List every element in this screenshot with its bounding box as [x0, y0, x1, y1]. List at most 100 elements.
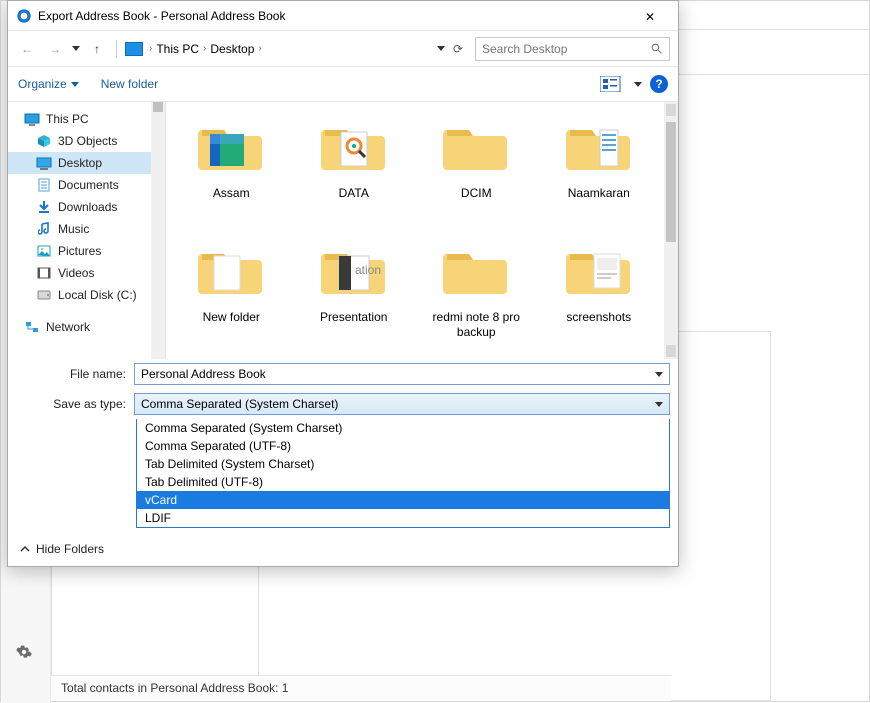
refresh-button[interactable]: ⟳	[453, 42, 463, 56]
help-button[interactable]: ?	[650, 75, 668, 93]
saveastype-option[interactable]: Tab Delimited (System Charset)	[137, 455, 669, 473]
folder-icon	[191, 108, 271, 182]
tree-item-this-pc[interactable]: This PC	[8, 108, 165, 130]
saveastype-option[interactable]: Tab Delimited (UTF-8)	[137, 473, 669, 491]
view-options-button[interactable]	[600, 76, 626, 92]
breadcrumb-root[interactable]: This PC	[156, 42, 199, 56]
file-item[interactable]: screenshots	[538, 232, 661, 350]
saveastype-option[interactable]: vCard	[137, 491, 669, 509]
chevron-right-icon: ›	[258, 43, 261, 54]
tree-label: Local Disk (C:)	[58, 288, 137, 302]
help-label: ?	[655, 77, 662, 91]
close-button[interactable]: ✕	[630, 8, 670, 24]
status-text: Total contacts in Personal Address Book:…	[61, 681, 288, 695]
new-folder-button[interactable]: New folder	[101, 77, 158, 91]
filename-label: File name:	[16, 367, 126, 381]
status-bar: Total contacts in Personal Address Book:…	[51, 675, 671, 701]
pc-icon	[125, 42, 143, 56]
cube-icon	[36, 134, 52, 148]
app-icon	[16, 8, 32, 24]
tree-item-pictures[interactable]: Pictures	[8, 240, 165, 262]
desktop-icon	[36, 156, 52, 170]
folder-icon	[191, 232, 271, 306]
separator	[116, 40, 117, 58]
scroll-arrow-up-icon	[153, 102, 163, 112]
folder-icon	[559, 232, 639, 306]
scroll-arrow-up-icon	[666, 104, 676, 116]
hide-folders-label: Hide Folders	[36, 542, 104, 556]
folder-icon	[314, 108, 394, 182]
folder-icon	[436, 108, 516, 182]
chevron-down-icon[interactable]	[634, 82, 642, 87]
breadcrumb-segment[interactable]: Desktop	[210, 42, 254, 56]
pc-icon	[24, 112, 40, 126]
filename-row: File name: Personal Address Book	[8, 359, 678, 389]
chevron-down-icon[interactable]	[437, 46, 445, 51]
file-label: Assam	[213, 186, 250, 201]
file-item[interactable]: Naamkaran	[538, 108, 661, 226]
scrollbar[interactable]	[664, 102, 678, 359]
saveastype-option[interactable]: Comma Separated (System Charset)	[137, 419, 669, 437]
folder-icon: ation	[314, 232, 394, 306]
titlebar: Export Address Book - Personal Address B…	[8, 1, 678, 31]
file-label: screenshots	[566, 310, 631, 325]
tree-item-music[interactable]: Music	[8, 218, 165, 240]
scroll-thumb[interactable]	[666, 122, 676, 242]
hide-folders-button[interactable]: Hide Folders	[20, 536, 690, 566]
filename-input[interactable]: Personal Address Book	[134, 363, 670, 385]
tree-item-network[interactable]: Network	[8, 316, 165, 338]
tree-item-local-disk[interactable]: Local Disk (C:)	[8, 284, 165, 306]
chevron-up-icon	[20, 544, 30, 554]
tree-item-3d-objects[interactable]: 3D Objects	[8, 130, 165, 152]
export-dialog: Export Address Book - Personal Address B…	[7, 0, 679, 567]
tree-label: Videos	[58, 266, 94, 280]
tree-label: This PC	[46, 112, 89, 126]
tree-label: Pictures	[58, 244, 101, 258]
search-placeholder: Search Desktop	[482, 42, 567, 56]
tree-item-desktop[interactable]: Desktop	[8, 152, 165, 174]
chevron-down-icon[interactable]	[655, 372, 663, 377]
music-icon	[36, 222, 52, 236]
organize-label: Organize	[18, 77, 67, 91]
search-input[interactable]: Search Desktop	[475, 37, 670, 61]
organize-button[interactable]: Organize	[18, 77, 79, 91]
tree-item-downloads[interactable]: Downloads	[8, 196, 165, 218]
file-label: New folder	[203, 310, 260, 325]
saveastype-option[interactable]: Comma Separated (UTF-8)	[137, 437, 669, 455]
saveastype-value: Comma Separated (System Charset)	[141, 397, 338, 411]
up-button[interactable]: ↑	[86, 38, 108, 60]
file-grid: Assam DATA DCIM Naamkaran New folder atio…	[166, 102, 678, 359]
back-button[interactable]: ←	[16, 38, 38, 60]
svg-text:ation: ation	[355, 263, 381, 277]
tree-label: Desktop	[58, 156, 102, 170]
file-item[interactable]: New folder	[170, 232, 293, 350]
recent-locations-icon[interactable]	[72, 46, 80, 51]
tree-label: Documents	[58, 178, 119, 192]
nav-row: ← → ↑ › This PC › Desktop › ⟳ Search Des…	[8, 31, 678, 67]
file-item[interactable]: DCIM	[415, 108, 538, 226]
filename-value: Personal Address Book	[141, 367, 266, 381]
file-item[interactable]: redmi note 8 pro backup	[415, 232, 538, 350]
tree-item-documents[interactable]: Documents	[8, 174, 165, 196]
file-item[interactable]: Assam	[170, 108, 293, 226]
breadcrumb[interactable]: › This PC › Desktop ›	[125, 42, 431, 56]
tree-label: Music	[58, 222, 89, 236]
file-label: DCIM	[461, 186, 492, 201]
saveastype-option[interactable]: LDIF	[137, 509, 669, 527]
saveastype-combobox[interactable]: Comma Separated (System Charset)	[134, 393, 670, 415]
pictures-icon	[36, 244, 52, 258]
folder-icon	[559, 108, 639, 182]
back-icon: ←	[21, 42, 33, 56]
tree-item-videos[interactable]: Videos	[8, 262, 165, 284]
forward-button[interactable]: →	[44, 38, 66, 60]
tree-label: Downloads	[58, 200, 117, 214]
scrollbar[interactable]	[151, 102, 165, 359]
file-label: Naamkaran	[568, 186, 630, 201]
file-label: DATA	[339, 186, 369, 201]
settings-icon[interactable]	[16, 644, 32, 663]
address-bar-end: ⟳	[437, 42, 463, 56]
file-item[interactable]: DATA	[293, 108, 416, 226]
video-icon	[36, 266, 52, 280]
window-title: Export Address Book - Personal Address B…	[38, 9, 630, 23]
file-item[interactable]: ation Presentation	[293, 232, 416, 350]
